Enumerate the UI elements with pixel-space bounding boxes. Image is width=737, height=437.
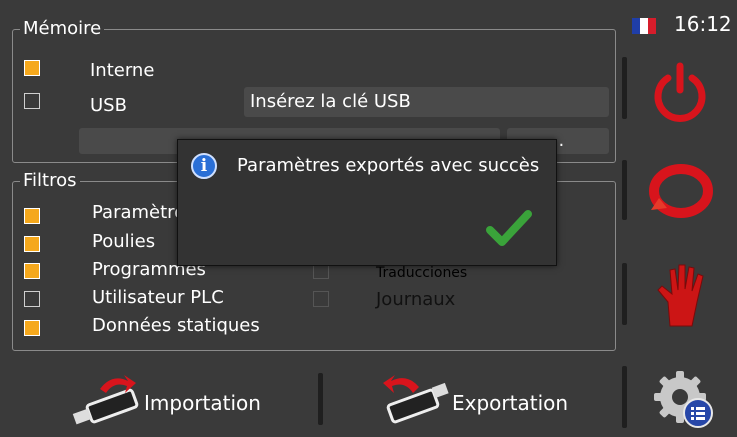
side-separator bbox=[622, 160, 627, 220]
language-flag[interactable] bbox=[632, 18, 656, 34]
side-separator bbox=[622, 57, 627, 119]
filter-label-utilisateur-plc: Utilisateur PLC bbox=[92, 287, 224, 308]
bottom-separator bbox=[318, 373, 323, 425]
export-label: Exportation bbox=[452, 391, 569, 415]
internal-label: Interne bbox=[90, 60, 155, 81]
success-dialog: i Paramètres exportés avec succès bbox=[177, 139, 557, 266]
stop-hand-button[interactable] bbox=[652, 262, 710, 328]
usb-message-field: Insérez la clé USB bbox=[244, 87, 609, 117]
usb-label: USB bbox=[90, 95, 127, 116]
import-label: Importation bbox=[144, 391, 261, 415]
bottom-separator bbox=[622, 366, 627, 428]
refresh-icon bbox=[649, 164, 713, 218]
usb-message: Insérez la clé USB bbox=[250, 91, 411, 112]
filter-checkbox-programmes[interactable] bbox=[24, 263, 40, 279]
filter-label-poulies: Poulies bbox=[92, 231, 156, 252]
checkmark-icon[interactable] bbox=[486, 208, 532, 248]
usb-import-icon bbox=[72, 375, 139, 425]
refresh-button[interactable] bbox=[647, 162, 715, 220]
filter-checkbox-journaux[interactable] bbox=[313, 291, 329, 307]
usb-export-icon bbox=[383, 375, 449, 424]
filter-checkbox-utilisateur-plc[interactable] bbox=[24, 291, 40, 307]
side-separator bbox=[622, 263, 627, 325]
filter-checkbox-poulies[interactable] bbox=[24, 236, 40, 252]
settings-button[interactable] bbox=[650, 367, 716, 431]
dialog-message: Paramètres exportés avec succès bbox=[237, 155, 540, 176]
filter-label-journaux: Journaux bbox=[376, 289, 456, 310]
power-button[interactable] bbox=[650, 60, 710, 122]
filters-title: Filtros bbox=[20, 171, 80, 191]
usb-checkbox[interactable] bbox=[24, 93, 40, 109]
stop-hand-icon bbox=[657, 264, 704, 327]
settings-gear-icon bbox=[654, 371, 713, 428]
clock: 16:12 bbox=[674, 12, 732, 36]
internal-checkbox[interactable] bbox=[24, 60, 40, 76]
filter-checkbox-parametres[interactable] bbox=[24, 208, 40, 224]
memory-title: Mémoire bbox=[20, 19, 105, 39]
export-button[interactable]: Exportation bbox=[375, 365, 575, 435]
info-icon: i bbox=[191, 153, 217, 179]
import-button[interactable]: Importation bbox=[70, 365, 270, 435]
power-icon bbox=[654, 62, 706, 122]
filter-label-donnees-statiques: Données statiques bbox=[92, 315, 260, 336]
filter-checkbox-donnees-statiques[interactable] bbox=[24, 320, 40, 336]
